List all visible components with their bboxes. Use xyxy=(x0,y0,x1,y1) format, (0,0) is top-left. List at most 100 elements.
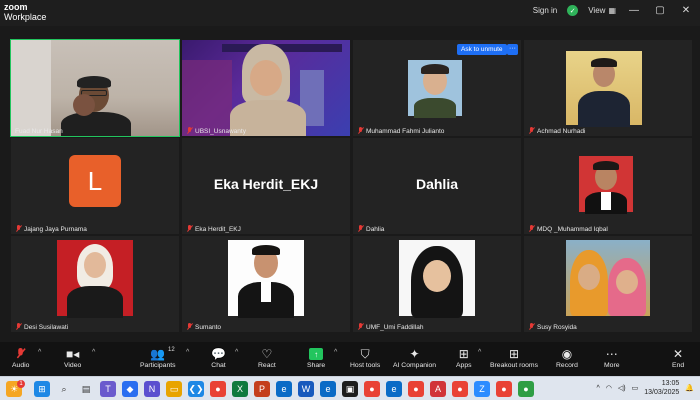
video-tile[interactable]: Dahlia Dahlia xyxy=(353,138,521,234)
pdf-icon[interactable]: A xyxy=(430,381,446,397)
task-view-icon[interactable]: ▤ xyxy=(78,381,94,397)
record-icon: ◉ xyxy=(561,347,573,361)
ai-companion-button[interactable]: ✦ AI Companion xyxy=(393,346,436,369)
more-button[interactable]: ⋯ More xyxy=(604,346,620,369)
profile-photo xyxy=(566,51,642,127)
record-button[interactable]: ◉ Record xyxy=(556,346,578,369)
powerpoint-icon[interactable]: P xyxy=(254,381,270,397)
participant-name: UBSI_Usnawanty xyxy=(186,127,246,135)
zoom-icon[interactable]: Z xyxy=(474,381,490,397)
vscode-icon[interactable]: ❮❯ xyxy=(188,381,204,397)
notification-bell-icon[interactable]: 🔔 xyxy=(685,384,694,392)
clock-date: 13/03/2025 xyxy=(644,389,680,396)
participant-name: Muhammad Fahmi Julianto xyxy=(357,127,444,135)
search-icon[interactable]: ⌕ xyxy=(56,381,72,397)
edge-icon[interactable]: e xyxy=(386,381,402,397)
audio-options-caret[interactable]: ^ xyxy=(38,349,41,356)
video-tile[interactable]: UMF_Umi Faddillah xyxy=(353,236,521,332)
video-tile[interactable]: L Jajang Jaya Purnama xyxy=(11,138,179,234)
share-screen-icon: ↑ xyxy=(309,348,324,360)
app-icon[interactable]: ◆ xyxy=(122,381,138,397)
host-tools-label: Host tools xyxy=(350,362,381,369)
participant-name: Sumanto xyxy=(186,323,221,331)
view-label: View xyxy=(588,6,606,15)
video-tile[interactable]: Achmad Nurhadi xyxy=(524,40,692,136)
app-icon[interactable]: ● xyxy=(518,381,534,397)
apps-button[interactable]: ⊞ Apps xyxy=(456,346,472,369)
muted-mic-icon xyxy=(15,225,22,233)
react-button[interactable]: ♡ React xyxy=(258,346,276,369)
chrome-icon[interactable]: ● xyxy=(364,381,380,397)
muted-mic-icon xyxy=(17,346,24,362)
start-icon[interactable]: ⊞ xyxy=(34,381,50,397)
video-tile[interactable]: UBSI_Usnawanty xyxy=(182,40,350,136)
chrome-icon[interactable]: ● xyxy=(496,381,512,397)
profile-photo xyxy=(566,240,650,316)
share-options-caret[interactable]: ^ xyxy=(334,349,337,356)
wifi-icon[interactable]: ◠ xyxy=(606,384,612,392)
video-tile[interactable]: Eka Herdit_EKJ Eka Herdit_EKJ xyxy=(182,138,350,234)
sign-in-link[interactable]: Sign in xyxy=(533,6,557,15)
participant-name: Dahlia xyxy=(357,225,384,233)
clock-time: 13:05 xyxy=(661,380,680,387)
more-icon: ⋯ xyxy=(605,347,618,361)
shield-icon: ⛉ xyxy=(360,346,370,361)
onenote-icon[interactable]: N xyxy=(144,381,160,397)
edge-icon[interactable]: e xyxy=(320,381,336,397)
muted-mic-icon xyxy=(15,323,22,331)
system-tray: ^ ◠ ◁) ▭ 13:05 13/03/2025 🔔 xyxy=(596,379,694,397)
file-explorer-icon[interactable]: ▭ xyxy=(166,381,182,397)
chrome-icon[interactable]: ● xyxy=(210,381,226,397)
edge-icon[interactable]: e xyxy=(276,381,292,397)
participants-options-caret[interactable]: ^ xyxy=(186,349,189,356)
video-tile[interactable]: Sumanto xyxy=(182,236,350,332)
app-icon[interactable]: ▣ xyxy=(342,381,358,397)
audio-button[interactable]: Audio xyxy=(12,346,29,369)
clock[interactable]: 13:05 13/03/2025 xyxy=(644,379,679,397)
more-options-button[interactable]: ··· xyxy=(507,44,518,55)
maximize-button[interactable]: ▢ xyxy=(652,5,668,16)
audio-label: Audio xyxy=(12,362,30,369)
brand-line1: zoom xyxy=(4,2,28,12)
close-button[interactable]: ✕ xyxy=(678,5,694,16)
video-tile[interactable]: Fuad Nur Hasan xyxy=(10,39,180,137)
camera-icon: ■◂ xyxy=(65,347,80,361)
end-button[interactable]: ✕ End xyxy=(672,346,684,369)
video-button[interactable]: ■◂ Video xyxy=(64,346,81,369)
heart-icon: ♡ xyxy=(261,347,273,361)
apps-options-caret[interactable]: ^ xyxy=(478,349,481,356)
breakout-rooms-button[interactable]: ⊞ Breakout rooms xyxy=(490,346,538,369)
video-tile[interactable]: MDQ _Muhammad Iqbal xyxy=(524,138,692,234)
muted-mic-icon xyxy=(528,225,535,233)
share-button[interactable]: ↑ Share xyxy=(307,346,325,369)
chat-options-caret[interactable]: ^ xyxy=(235,349,238,356)
word-icon[interactable]: W xyxy=(298,381,314,397)
volume-icon[interactable]: ◁) xyxy=(618,384,626,392)
host-tools-button[interactable]: ⛉ Host tools xyxy=(350,346,381,370)
excel-icon[interactable]: X xyxy=(232,381,248,397)
view-menu[interactable]: View ▦ xyxy=(588,6,616,15)
ask-to-unmute-button[interactable]: Ask to unmute xyxy=(457,44,507,55)
profile-photo xyxy=(228,240,304,318)
video-feed xyxy=(11,40,179,136)
muted-mic-icon xyxy=(186,225,193,233)
profile-photo xyxy=(57,240,133,318)
video-options-caret[interactable]: ^ xyxy=(92,349,95,356)
battery-icon[interactable]: ▭ xyxy=(632,384,639,392)
chevron-up-icon[interactable]: ^ xyxy=(596,385,599,392)
muted-mic-icon xyxy=(186,323,193,331)
profile-photo xyxy=(408,60,462,118)
teams-icon[interactable]: T xyxy=(100,381,116,397)
video-tile[interactable]: Susy Rosyida xyxy=(524,236,692,332)
participant-name: Desi Susilawati xyxy=(15,323,68,331)
chrome-icon[interactable]: ● xyxy=(408,381,424,397)
security-shield-icon[interactable]: ✓ xyxy=(567,5,579,16)
chrome-icon[interactable]: ● xyxy=(452,381,468,397)
minimize-button[interactable]: — xyxy=(626,5,642,16)
video-tile[interactable]: Desi Susilawati xyxy=(11,236,179,332)
chat-label: Chat xyxy=(211,362,226,369)
muted-mic-icon xyxy=(357,323,364,331)
chat-button[interactable]: 💬 Chat xyxy=(211,346,226,369)
end-label: End xyxy=(672,362,685,369)
brand-line2: Workplace xyxy=(4,12,47,22)
